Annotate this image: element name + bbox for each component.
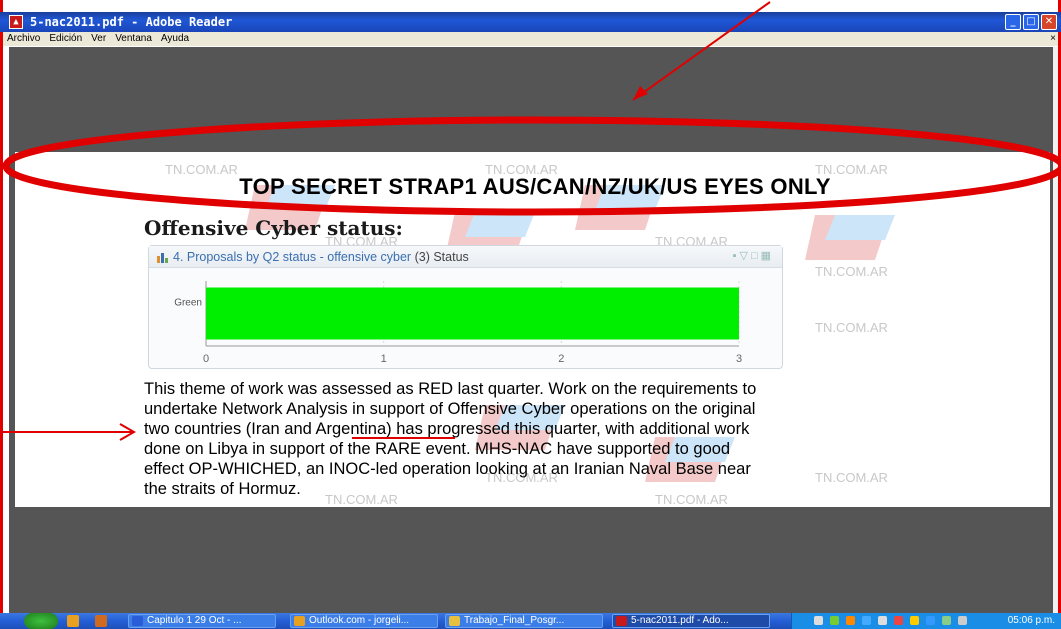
taskbar-item[interactable]: Trabajo_Final_Posgr...	[445, 614, 603, 628]
body-paragraph: This theme of work was assessed as RED l…	[144, 379, 934, 499]
quicklaunch-icon[interactable]	[95, 615, 107, 627]
classification-banner: TOP SECRET STRAP1 AUS/CAN/NZ/UK/US EYES …	[239, 174, 831, 199]
menu-archivo[interactable]: Archivo	[7, 32, 40, 46]
pdf-icon	[616, 616, 627, 626]
taskbar-item[interactable]: Capitulo 1 29 Oct - ...	[128, 614, 276, 628]
menu-close-icon[interactable]: ×	[1050, 32, 1056, 46]
chart-tick-label: 2	[558, 353, 564, 365]
menu-ayuda[interactable]: Ayuda	[161, 32, 189, 46]
clock: 05:06 p.m.	[1007, 615, 1055, 626]
window-title: 5-nac2011.pdf - Adobe Reader	[30, 15, 233, 29]
start-button[interactable]	[24, 613, 58, 629]
word-icon	[132, 616, 143, 626]
tray-icon[interactable]	[878, 616, 887, 625]
chart-tick-label: 1	[381, 353, 387, 365]
tray-icon[interactable]	[942, 616, 951, 625]
menu-ventana[interactable]: Ventana	[115, 32, 152, 46]
bar-chart: 0 1 2 3 Green	[174, 281, 742, 365]
chart-tick-label: 3	[736, 353, 742, 365]
chart-tick-label: 0	[203, 353, 209, 365]
menu-bar: Archivo Edición Ver Ventana Ayuda ×	[3, 32, 1058, 46]
body-line: two countries (Iran and Argentina) has p…	[144, 420, 750, 438]
maximize-button[interactable]: □	[1023, 14, 1039, 30]
body-line: undertake Network Analysis in support of…	[144, 400, 756, 418]
body-line: the straits of Hormuz.	[144, 480, 301, 498]
tray-icon[interactable]	[894, 616, 903, 625]
tray-icon[interactable]	[830, 616, 839, 625]
vertical-scrollbar[interactable]	[1053, 47, 1058, 613]
tn-watermark-logo	[805, 215, 895, 260]
title-bar[interactable]: ▲ 5-nac2011.pdf - Adobe Reader _ □ ✕	[0, 12, 1061, 32]
tray-icon[interactable]	[926, 616, 935, 625]
folder-icon	[449, 616, 460, 626]
chart-bar	[206, 287, 739, 340]
watermark-text: TN.COM.AR	[815, 320, 888, 335]
quicklaunch-icon[interactable]	[67, 615, 79, 627]
system-tray: 05:06 p.m.	[791, 613, 1061, 629]
body-line: This theme of work was assessed as RED l…	[144, 380, 757, 398]
body-line: done on Libya in support of the RARE eve…	[144, 440, 731, 458]
tray-icon[interactable]	[862, 616, 871, 625]
chart-panel: 4. Proposals by Q2 status - offensive cy…	[148, 245, 783, 369]
pdf-page: TN.COM.AR TN.COM.AR TN.COM.AR TN.COM.AR …	[15, 152, 1050, 507]
tray-icon[interactable]	[910, 616, 919, 625]
taskbar-item-active[interactable]: 5-nac2011.pdf - Ado...	[612, 614, 770, 628]
taskbar: Capitulo 1 29 Oct - ... Outlook.com - jo…	[0, 613, 1061, 629]
taskbar-item[interactable]: Outlook.com - jorgeli...	[290, 614, 438, 628]
section-title: Offensive Cyber status:	[144, 216, 403, 240]
close-button[interactable]: ✕	[1041, 14, 1057, 30]
volume-icon[interactable]	[958, 616, 967, 625]
chart-category-label: Green	[174, 298, 202, 309]
watermark-text: TN.COM.AR	[815, 264, 888, 279]
tray-icon[interactable]	[846, 616, 855, 625]
tray-icon[interactable]	[814, 616, 823, 625]
body-line: effect OP-WHICHED, an INOC-led operation…	[144, 460, 751, 478]
minimize-button[interactable]: _	[1005, 14, 1021, 30]
menu-ver[interactable]: Ver	[91, 32, 106, 46]
adobe-reader-icon: ▲	[9, 15, 23, 29]
menu-edicion[interactable]: Edición	[49, 32, 82, 46]
firefox-icon	[294, 616, 305, 626]
